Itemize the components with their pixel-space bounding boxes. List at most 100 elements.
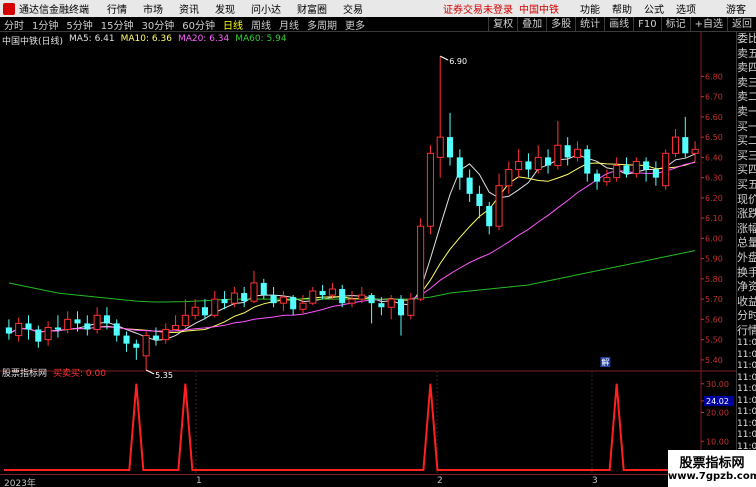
menu-item-wealth[interactable]: 财富圈 [297,1,327,16]
ma10-label: MA10: 6.36 [120,34,172,44]
candle-body [534,156,542,171]
tick-time: 11:02 [737,407,756,418]
guest-label[interactable]: 游客 [726,1,746,16]
tool-f10-button[interactable]: F10 [633,17,660,32]
candle-body [573,148,582,158]
candle-body [397,299,405,316]
price-tick-label: 5.50 [705,336,723,345]
period-tab-daily[interactable]: 日线 [219,17,247,32]
side-panel-item[interactable]: 收益 [737,295,756,310]
tool-add-favorite-button[interactable]: +自选 [689,17,727,32]
side-panel-item[interactable]: 买五 [737,178,756,193]
indicator-signal-line [4,383,700,471]
side-panel-item[interactable]: 卖五 [737,47,756,62]
period-tab-30min[interactable]: 30分钟 [137,17,178,32]
side-panel-item[interactable]: 涨幅 [737,222,756,237]
side-panel-item[interactable]: 总量 [737,236,756,251]
ma-header: 中国中铁(日线) MA5: 6.41 MA10: 6.36 MA20: 6.34… [2,34,287,47]
jie-label: 解 [601,357,609,367]
kline-chart[interactable]: 6.80 6.70 6.60 6.50 6.40 6.30 6.20 6.10 6.00 5.90… [0,32,736,474]
menu-item-formula[interactable]: 公式 [644,1,664,16]
candle-body [113,323,120,336]
candle-body [64,318,72,330]
candle-body [368,295,375,304]
time-axis-bar: 2023年 1 2 3 [0,474,736,487]
menu-item-trade[interactable]: 交易 [343,1,363,16]
period-tab-1min[interactable]: 1分钟 [28,17,62,32]
tool-draw-button[interactable]: 画线 [604,17,633,32]
menu-item-market[interactable]: 行情 [107,1,127,16]
indicator-tick-label: 10.00 [706,437,729,446]
menu-item-exchange[interactable]: 市场 [143,1,163,16]
price-tick-label: 5.40 [705,356,723,365]
side-panel-item[interactable]: 买三 [737,149,756,164]
candle-body [426,152,434,227]
candle-body [93,314,101,331]
menu-item-options[interactable]: 选项 [676,1,696,16]
side-panel-item[interactable]: 外盘 [737,251,756,266]
period-tab-15min[interactable]: 15分钟 [97,17,138,32]
candle-body [348,298,356,304]
tool-overlay-button[interactable]: 叠加 [517,17,546,32]
side-panel-item[interactable]: 买一 [737,120,756,135]
candle-body [299,302,307,310]
indicator-value: 买卖买: 0.00 [53,369,106,379]
tool-stats-button[interactable]: 统计 [575,17,604,32]
side-panel-item[interactable]: 卖四 [737,61,756,76]
menu-item-ask[interactable]: 问小达 [251,1,281,16]
candle-body [691,148,699,154]
period-tab-monthly[interactable]: 月线 [275,17,303,32]
menu-item-help[interactable]: 帮助 [612,1,632,16]
side-panel-item[interactable]: 卖一 [737,105,756,120]
candle-body [505,169,513,187]
side-panel-item[interactable]: 卖三 [737,76,756,91]
candle-body [495,185,503,227]
side-panel-item[interactable]: 换手 [737,266,756,281]
candle-body [54,327,61,330]
price-tick-label: 5.80 [705,275,723,284]
side-panel-item[interactable]: 涨跌 [737,207,756,222]
ma5-label: MA5: 6.41 [69,34,115,44]
tool-multi-stock-button[interactable]: 多股 [546,17,575,32]
side-panel-item[interactable]: 现价 [737,193,756,208]
time-label-feb: 2 [437,476,443,486]
price-axis: 6.80 6.70 6.60 6.50 6.40 6.30 6.20 6.10 6.00 5.90… [701,72,723,365]
tick-time: 11:02 [737,384,756,395]
period-tab-multi[interactable]: 多周期 [303,17,341,32]
ma60-label: MA60: 5.94 [235,34,287,44]
tool-adjust-button[interactable]: 复权 [488,17,517,32]
side-panel-item[interactable]: 委比 [737,32,756,47]
price-tick-label: 6.70 [705,93,723,102]
menu-item-discover[interactable]: 发现 [215,1,235,16]
candle-body [319,291,326,296]
period-tab-60min[interactable]: 60分钟 [178,17,219,32]
candle-body [201,307,208,316]
indicator-tick-label: 24.02 [706,397,729,406]
moving-average-lines [8,153,696,341]
tool-back-button[interactable]: 返回 [727,17,756,32]
side-panel-item[interactable]: 净资 [737,280,756,295]
side-panel-item[interactable]: 卖二 [737,90,756,105]
side-panel-item[interactable]: 行情 [737,324,756,339]
side-panel-item[interactable]: 买二 [737,134,756,149]
period-tab-weekly[interactable]: 周线 [247,17,275,32]
tool-mark-button[interactable]: 标记 [660,17,690,32]
period-tab-intraday[interactable]: 分时 [0,17,28,32]
login-notice[interactable]: 证券交易未登录 [443,1,513,16]
indicator-header: 股票指标网 买卖买: 0.00 [2,366,106,379]
candle-body [662,152,670,187]
candle-body [328,288,336,296]
menu-item-function[interactable]: 功能 [580,1,600,16]
side-panel-item[interactable]: 买四 [737,163,756,178]
candle-body [525,161,532,170]
candle-body [260,282,267,296]
menu-item-news[interactable]: 资讯 [179,1,199,16]
indicator-tick-label: 20.00 [706,409,729,418]
period-tab-5min[interactable]: 5分钟 [62,17,96,32]
side-panel-item[interactable]: 分时 [737,309,756,324]
price-tick-label: 6.20 [705,194,723,203]
period-tab-more[interactable]: 更多 [341,17,369,32]
candle-body [476,193,483,206]
annotations: 6.90 5.35 解 [145,55,611,380]
candle-body [613,164,621,179]
